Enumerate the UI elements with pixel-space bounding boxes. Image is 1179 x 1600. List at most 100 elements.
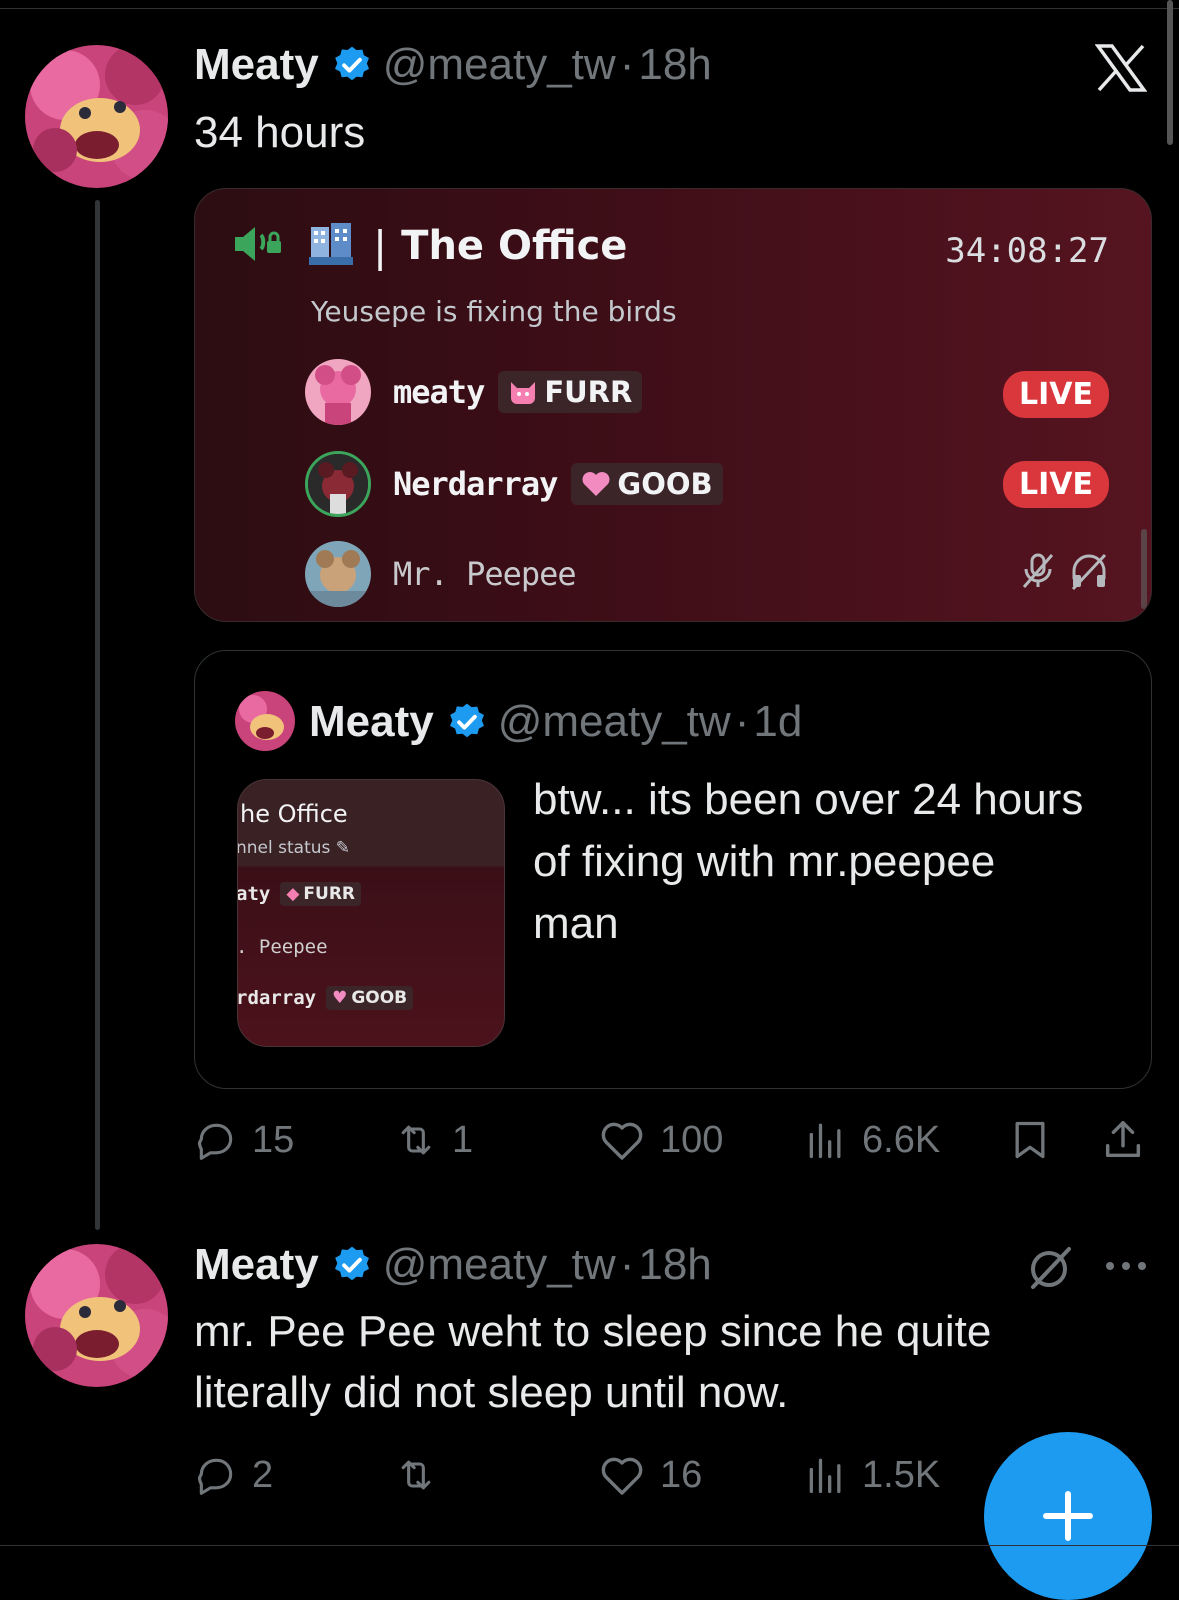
timestamp[interactable]: 18h: [638, 40, 711, 90]
voice-channel-title-row: | The Office: [231, 219, 627, 273]
separator-dot: ·: [619, 1240, 635, 1289]
quote-thumbnail[interactable]: he Office nnel status ✎ aty ◆ FURR . Peep…: [237, 779, 505, 1047]
tag-label: GOOB: [617, 467, 713, 501]
scrollbar[interactable]: [1167, 0, 1173, 145]
live-badge: LIVE: [1003, 371, 1109, 418]
mute-icons: [1021, 551, 1109, 595]
repost-button[interactable]: 1: [394, 1112, 473, 1168]
like-button[interactable]: 16: [598, 1447, 702, 1503]
display-name[interactable]: Meaty: [194, 40, 319, 90]
title-separator: |: [373, 221, 388, 271]
reply-button[interactable]: 2: [194, 1447, 273, 1503]
repost-icon: [401, 1125, 431, 1155]
call-timer: 34:08:27: [945, 231, 1109, 271]
grok-icon[interactable]: [1025, 1243, 1073, 1296]
reply-button[interactable]: 15: [194, 1112, 294, 1168]
verified-badge-icon: [446, 701, 488, 743]
mic-muted-icon: [1021, 551, 1055, 595]
thumb-user: aty ◆ FURR: [238, 882, 362, 906]
view-count: 1.5K: [862, 1453, 941, 1496]
display-name[interactable]: Meaty: [194, 1240, 319, 1290]
tweet-text: 34 hours: [194, 108, 366, 157]
verified-badge-icon: [331, 44, 373, 86]
voice-user: Mr. Peepee: [305, 539, 577, 609]
views-icon: [809, 1458, 841, 1494]
like-count: 16: [660, 1453, 703, 1496]
separator-dot: ·: [619, 40, 635, 89]
handle[interactable]: @meaty_tw: [383, 40, 616, 90]
username: Nerdarray: [393, 465, 558, 503]
server-tag: ◆ FURR: [280, 882, 362, 906]
repost-icon: [401, 1460, 431, 1490]
more-options-icon[interactable]: [1104, 1256, 1148, 1281]
reply-count: 15: [252, 1118, 295, 1161]
heart-icon: ♥: [332, 988, 348, 1008]
view-count: 6.6K: [862, 1118, 941, 1161]
username: Mr. Peepee: [393, 555, 577, 593]
share-button[interactable]: [1100, 1112, 1146, 1168]
heart-icon: [601, 1122, 643, 1160]
cat-icon: [508, 378, 538, 406]
server-tag: GOOB: [571, 463, 723, 505]
thumb-title: he Office: [240, 800, 348, 828]
quoted-tweet[interactable]: Meaty @meaty_tw · 1d he Office nnel stat…: [194, 650, 1152, 1089]
card-scrollbar: [1141, 529, 1147, 609]
avatar[interactable]: [25, 45, 168, 188]
heart-icon: [601, 1457, 643, 1495]
share-icon: [1105, 1121, 1141, 1158]
tweet-text-line: mr. Pee Pee weht to sleep since he quite: [194, 1307, 992, 1356]
tag-label: FURR: [544, 375, 633, 409]
compose-button[interactable]: [984, 1432, 1152, 1600]
thumb-user: . Peepee: [237, 936, 328, 958]
tweet-header: Meaty @meaty_tw · 18h: [194, 1240, 712, 1290]
top-divider: [0, 8, 1179, 9]
username: meaty: [393, 373, 485, 411]
heart-icon: [581, 471, 611, 497]
tweet-header: Meaty @meaty_tw · 18h: [194, 40, 712, 90]
action-bar: 2 16 1.5K: [194, 1447, 954, 1503]
user-avatar: [305, 359, 371, 425]
avatar[interactable]: [25, 1244, 168, 1387]
thumb-subtitle: nnel status ✎: [237, 838, 351, 858]
pencil-icon: ✎: [335, 838, 351, 858]
x-logo-icon[interactable]: [1094, 44, 1148, 97]
display-name: Meaty: [309, 697, 434, 746]
bookmark-button[interactable]: [1008, 1112, 1052, 1168]
server-tag: ♥ GOOB: [326, 986, 414, 1010]
separator-dot: ·: [734, 697, 750, 746]
voice-user: Nerdarray GOOB: [305, 449, 723, 519]
thread-connector: [95, 200, 100, 1230]
user-avatar: [305, 541, 371, 607]
handle[interactable]: @meaty_tw: [383, 1240, 616, 1290]
cat-icon: ◆: [286, 884, 300, 904]
channel-status: Yeusepe is fixing the birds: [311, 295, 677, 328]
reply-icon: [197, 1458, 233, 1495]
action-bar: 15 1 100 6.6K: [194, 1112, 1154, 1168]
views-button[interactable]: 1.5K: [804, 1447, 940, 1503]
tweet-text-line: literally did not sleep until now.: [194, 1368, 789, 1417]
avatar: [235, 691, 295, 751]
quote-header: Meaty @meaty_tw · 1d: [309, 697, 802, 747]
timestamp: 1d: [753, 697, 803, 746]
tweet-text: mr. Pee Pee weht to sleep since he quite…: [194, 1301, 991, 1423]
headphones-muted-icon: [1069, 551, 1109, 595]
timestamp[interactable]: 18h: [638, 1240, 711, 1290]
bookmark-icon: [1015, 1121, 1045, 1159]
thumb-user: rdarray ♥ GOOB: [238, 986, 414, 1010]
voice-user: meaty FURR: [305, 357, 643, 427]
channel-name: The Office: [401, 223, 628, 269]
like-button[interactable]: 100: [598, 1112, 723, 1168]
server-tag: FURR: [498, 371, 643, 413]
views-icon: [809, 1123, 841, 1159]
reply-count: 2: [252, 1453, 274, 1496]
like-count: 100: [660, 1118, 724, 1161]
speaker-lock-icon: [231, 219, 287, 273]
repost-count: 1: [452, 1118, 474, 1161]
reply-icon: [197, 1123, 233, 1160]
plus-icon: [1043, 1491, 1093, 1541]
attached-image[interactable]: | The Office 34:08:27 Yeusepe is fixing …: [194, 188, 1152, 622]
building-icon: [309, 221, 353, 271]
views-button[interactable]: 6.6K: [804, 1112, 940, 1168]
repost-button[interactable]: [394, 1447, 438, 1503]
user-avatar: [305, 451, 371, 517]
